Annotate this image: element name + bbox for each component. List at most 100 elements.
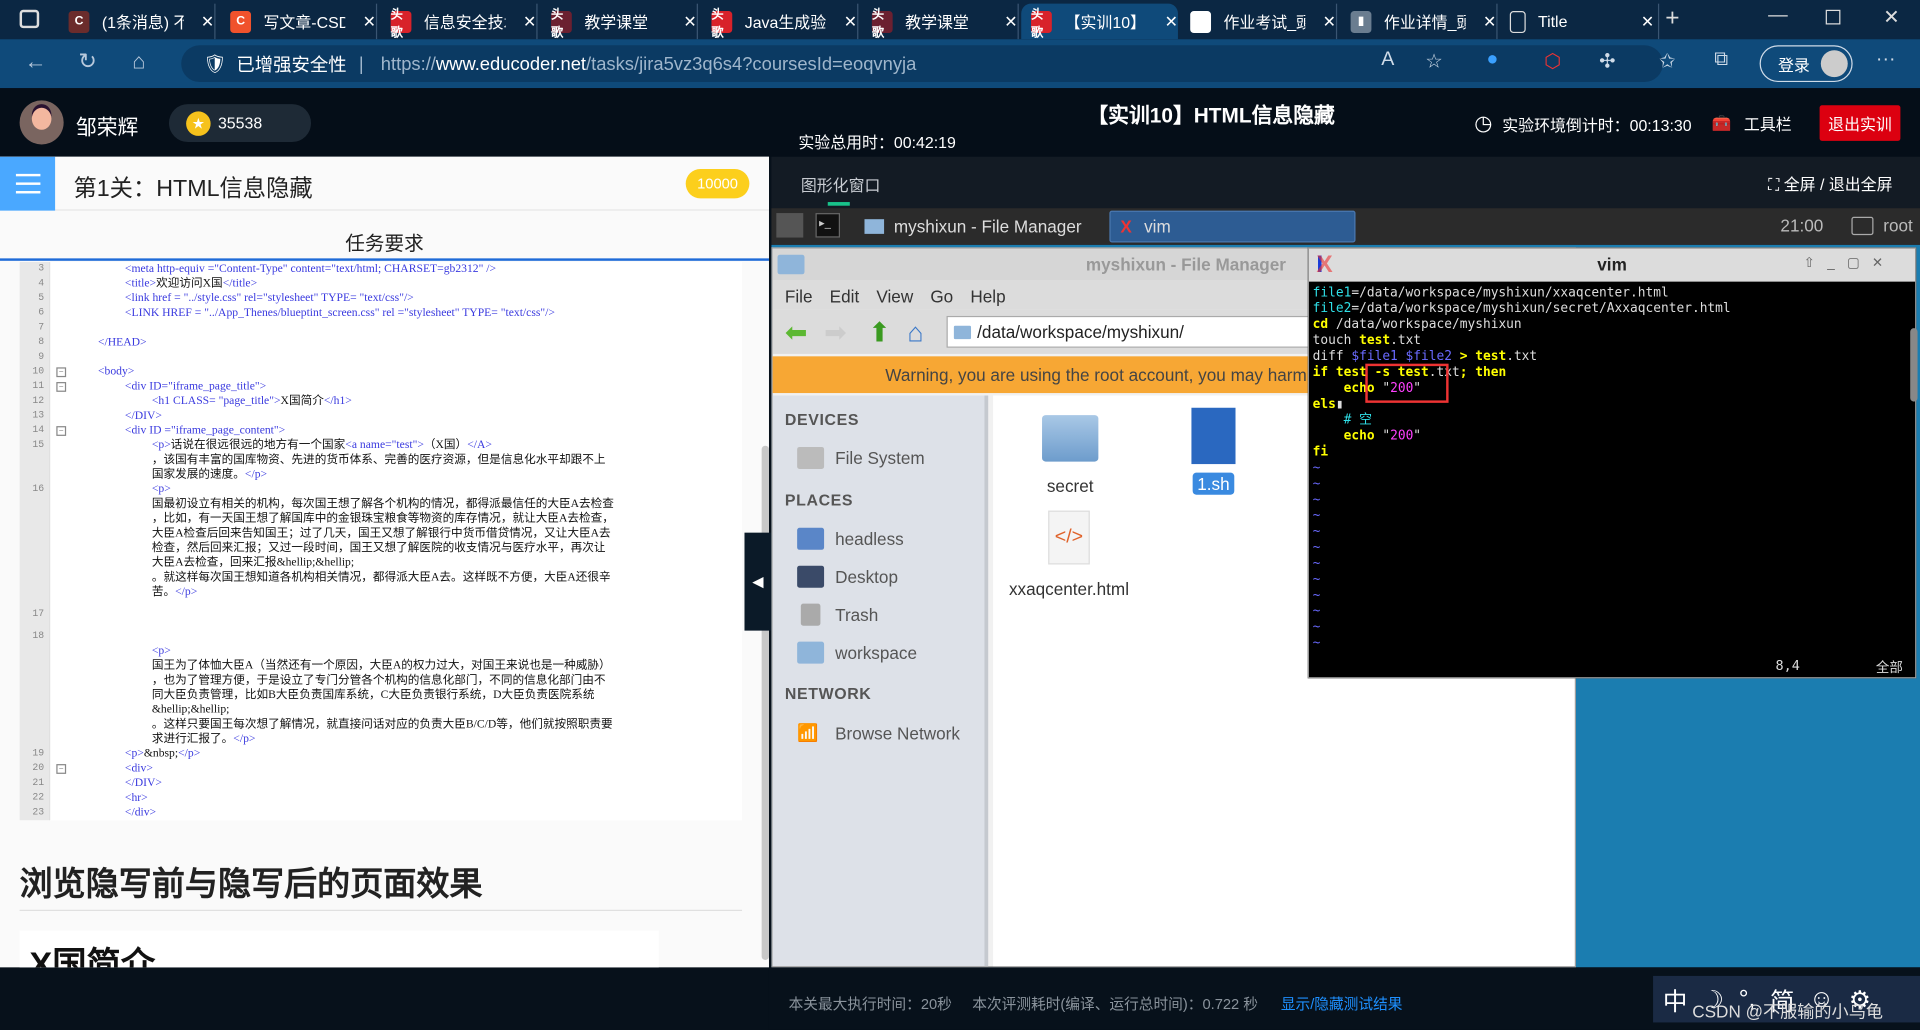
favorite-add-icon[interactable]: ☆ — [1425, 49, 1443, 73]
refresh-icon[interactable]: ↻ — [78, 49, 96, 75]
browser-tab[interactable]: C 写文章-CSDN ✕ — [220, 3, 378, 40]
close-tab-icon[interactable]: ✕ — [844, 12, 857, 32]
collapse-panel-handle[interactable]: ◀ — [744, 532, 772, 631]
browser-tab[interactable]: ▮ 作业详情_頭 ✕ — [1341, 3, 1498, 40]
tab-actions-icon[interactable] — [19, 9, 40, 29]
close-tab-icon[interactable]: ✕ — [201, 12, 214, 32]
menu-edit[interactable]: Edit — [817, 280, 860, 309]
side-item-browse-network[interactable]: 📶 Browse Network — [797, 722, 960, 744]
file-item-xxaqcenter[interactable]: </> xxaqcenter.html — [993, 510, 1145, 599]
file-item-1sh[interactable]: 1.sh — [1179, 407, 1248, 495]
browser-tab[interactable]: 头歌 Java生成验证 ✕ — [702, 3, 859, 40]
browser-tab[interactable]: Title ✕ — [1500, 3, 1660, 40]
code-line: 国王为了体恤大臣A（当然还有一个原因，大臣A的权力过大，对国王来说也是一种威胁） — [20, 659, 742, 674]
code-line: 12 <h1 CLASS= "page_title">X国简介</h1> — [20, 394, 742, 409]
back-icon[interactable]: ← — [24, 49, 46, 75]
close-tab-icon[interactable]: ✕ — [523, 12, 536, 32]
more-icon[interactable]: ··· — [1876, 49, 1896, 71]
taskbar-vim[interactable]: Xvim — [1109, 210, 1356, 243]
collapse-left-icon: ◀ — [752, 573, 764, 591]
line-number: 23 — [32, 806, 45, 818]
favicon-icon: 头歌 — [390, 8, 412, 40]
side-item-file-system[interactable]: File System — [797, 446, 925, 469]
menu-icon[interactable] — [0, 156, 56, 211]
side-item-workspace[interactable]: workspace — [797, 641, 917, 664]
extensions-icon[interactable]: ✣ — [1599, 49, 1615, 73]
line-number: 6 — [38, 307, 45, 319]
read-aloud-icon[interactable]: A — [1381, 49, 1394, 71]
forward-arrow-icon[interactable]: ➡ — [824, 317, 847, 349]
code-line: 19 <p>&nbsp;</p> — [20, 747, 742, 762]
restore-icon[interactable] — [1825, 9, 1841, 25]
coin-balance[interactable]: ★ 35538 — [168, 104, 312, 143]
show-desktop-icon[interactable] — [776, 213, 804, 238]
home-folder-icon[interactable]: ⌂ — [907, 317, 923, 349]
fold-toggle-icon[interactable]: − — [56, 764, 67, 774]
login-button[interactable]: 登录 — [1759, 45, 1853, 83]
new-tab-icon[interactable]: + — [1665, 5, 1679, 33]
taskbar-file-manager[interactable]: myshixun - File Manager — [855, 211, 1082, 243]
back-arrow-icon[interactable]: ⬅ — [785, 317, 808, 349]
browser-tab[interactable]: 头歌信息安全技术 ✕ — [381, 3, 538, 40]
fullscreen-toggle[interactable]: ⛶ 全屏 / 退出全屏 — [1768, 171, 1892, 194]
side-item-trash[interactable]: Trash — [797, 603, 878, 626]
close-tab-icon[interactable]: ✕ — [1483, 12, 1496, 32]
favicon-icon: C — [68, 10, 90, 33]
menu-view[interactable]: View — [864, 280, 913, 309]
close-tab-icon[interactable]: ✕ — [1165, 12, 1178, 32]
code-line: 15 <p>话说在很远很远的地方有一个国家<a name="test">（X国）<… — [20, 438, 742, 453]
close-tab-icon[interactable]: ✕ — [1323, 12, 1336, 32]
extension-icon[interactable]: ● — [1487, 49, 1499, 71]
vim-window: vim I ⇧_▢✕ file1=/data/workspace/myshixu… — [1307, 247, 1917, 679]
close-tab-icon[interactable]: ✕ — [683, 12, 696, 32]
tab-graphic-window[interactable]: 图形化窗口 — [801, 173, 881, 196]
extension-red-icon[interactable]: ⬡ — [1544, 49, 1561, 73]
avatar[interactable] — [19, 100, 64, 145]
file-item-secret[interactable]: secret — [1027, 415, 1113, 496]
vim-editor[interactable]: file1=/data/workspace/myshixun/xxaqcente… — [1313, 285, 1911, 674]
menu-file[interactable]: File — [773, 280, 813, 309]
favicon-icon: 头歌 — [871, 8, 893, 40]
ime-button[interactable]: 中 — [1663, 981, 1687, 1017]
minimize-icon[interactable]: — — [1768, 5, 1788, 27]
code-line: 11 − <div ID="iframe_page_title"> — [20, 380, 742, 395]
browser-tab[interactable]: 头歌 教学课堂 ✕ — [541, 3, 698, 40]
code-line: 。这样只要国王每次想了解情况，就直接问话对应的负责大臣B/C/D等，他们就按照职… — [20, 718, 742, 733]
browser-tab[interactable]: 头歌 教学课堂 ✕ — [862, 3, 1019, 40]
line-number: 22 — [32, 792, 45, 804]
browser-tab[interactable]: ▮ 作业考试_頭 ✕ — [1180, 3, 1338, 40]
toolbar-button[interactable]: 🧰 工具栏 — [1712, 111, 1792, 134]
close-tab-icon[interactable]: ✕ — [1641, 12, 1654, 32]
fold-toggle-icon[interactable]: − — [56, 367, 67, 378]
up-arrow-icon[interactable]: ⬆ — [868, 317, 891, 349]
vim-line: ~ — [1312, 492, 1321, 507]
keyboard-icon[interactable] — [1851, 216, 1874, 236]
code-text: <h1 CLASS= "page_title">X国简介</h1> — [151, 395, 352, 408]
collections-icon[interactable]: ⧉ — [1714, 49, 1728, 71]
browser-tab[interactable]: C (1条消息) 不 ✕ — [59, 3, 216, 40]
toggle-test-results-link[interactable]: 显示/隐藏测试结果 — [1281, 993, 1403, 1014]
menu-help[interactable]: Help — [958, 280, 1005, 309]
terminal-icon[interactable]: ▸_ — [815, 213, 841, 238]
browser-tab-bar: C(1条消息) 不✕C写文章-CSDN✕头歌信息安全技术✕头歌教学课堂✕头歌Ja… — [0, 0, 1920, 40]
close-tab-icon[interactable]: ✕ — [1004, 12, 1017, 32]
window-controls[interactable]: ⇧_▢✕ — [1804, 255, 1896, 271]
code-line: 大臣A去检查，回来汇报&hellip;&hellip; — [20, 556, 742, 571]
side-item-headless[interactable]: headless — [797, 527, 904, 550]
home-icon[interactable]: ⌂ — [132, 49, 145, 75]
tab-task-requirements[interactable]: 任务要求 — [0, 211, 769, 261]
exit-training-button[interactable]: 退出实训 — [1819, 105, 1901, 141]
left-scrollbar[interactable] — [761, 445, 769, 961]
menu-go[interactable]: Go — [918, 280, 953, 309]
browser-tab[interactable]: 头歌 【实训10】 ✕ — [1021, 3, 1178, 40]
favorites-icon[interactable]: ✩ — [1659, 49, 1675, 73]
vim-line: ~ — [1312, 555, 1321, 571]
fold-toggle-icon[interactable]: − — [56, 382, 67, 392]
line-number: 13 — [32, 410, 45, 422]
desktop-scrollbar[interactable] — [1910, 328, 1918, 402]
code-text: ，也为了管理方便，于是设立了专门分管各个机构的信息化部门，不同的信息化部门由不 — [151, 674, 606, 687]
side-item-desktop[interactable]: Desktop — [797, 565, 898, 588]
close-window-icon[interactable]: ✕ — [1883, 5, 1899, 29]
close-tab-icon[interactable]: ✕ — [363, 12, 376, 32]
fold-toggle-icon[interactable]: − — [56, 426, 67, 436]
